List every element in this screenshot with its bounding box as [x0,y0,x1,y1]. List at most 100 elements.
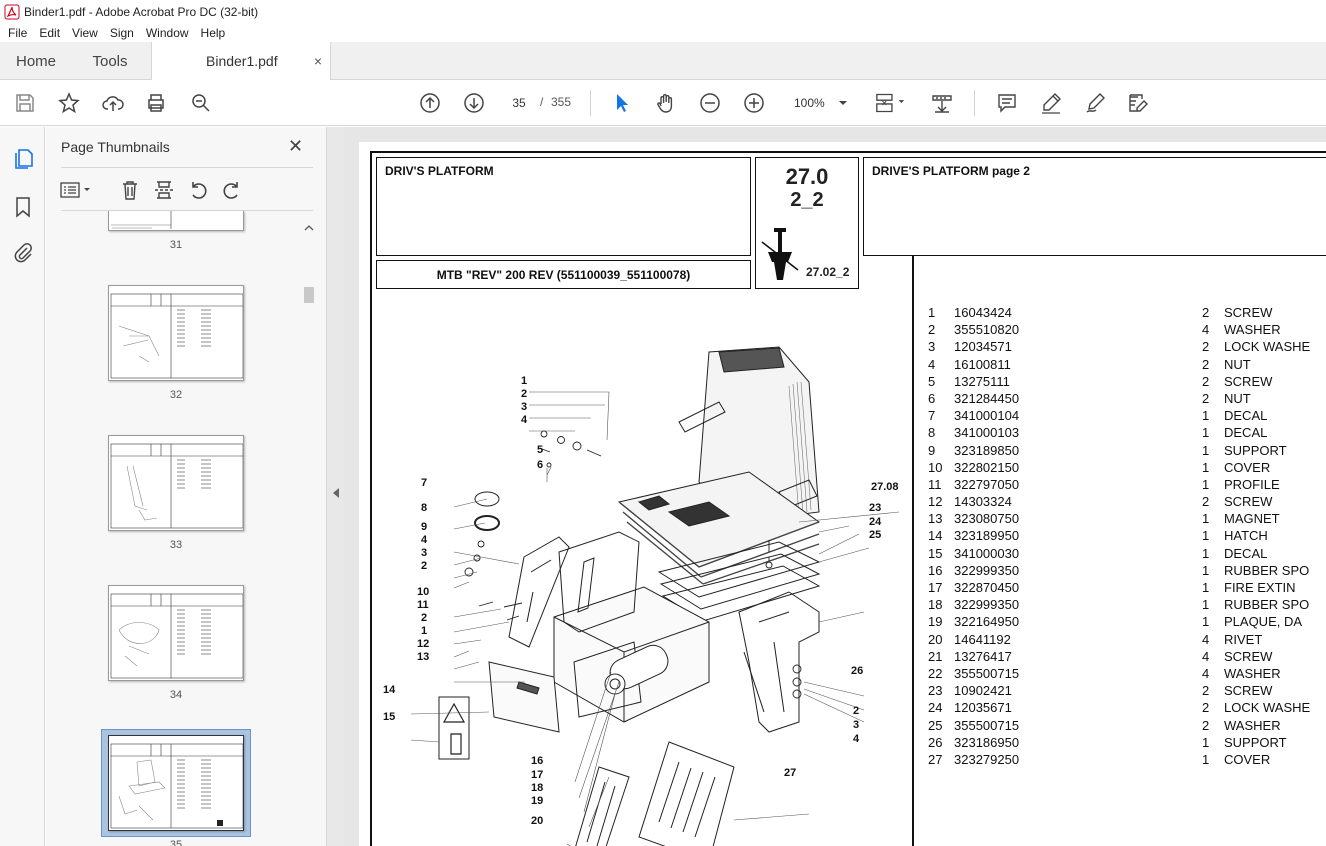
part-description: RUBBER SPO [1224,597,1310,613]
extract-page-icon[interactable] [151,177,177,203]
menu-file[interactable]: File [2,26,33,40]
part-code: 341000104 [954,408,1020,424]
page-thumbnail-label: 35 [169,839,183,846]
close-tab-icon[interactable]: × [314,53,322,69]
part-description: WASHER [1224,717,1281,733]
part-description: NUT [1224,356,1251,372]
part-number: 12 [928,494,943,510]
tab-document[interactable]: Binder1.pdf × [151,42,331,80]
panel-collapse-handle[interactable] [326,127,344,846]
comment-icon[interactable] [995,91,1019,115]
parts-row: 17 322870450 1 FIRE EXTIN [928,580,1326,597]
highlight-pen-icon[interactable] [1039,91,1063,115]
page-display-icon[interactable] [873,91,909,115]
menu-edit[interactable]: Edit [33,26,66,40]
page-thumbnail[interactable] [108,285,244,381]
pdf-page: DRIV'S PLATFORM MTB "REV" 200 REV (55110… [359,142,1326,846]
menu-window[interactable]: Window [140,26,195,40]
part-number: 2 [928,322,936,338]
part-code: 323189950 [954,528,1020,544]
page-thumbnail-label: 32 [169,389,183,401]
tab-tools[interactable]: Tools [72,42,148,80]
options-menu-icon[interactable] [58,177,94,203]
part-code: 12035671 [954,700,1012,716]
part-code: 322999350 [954,562,1020,578]
menu-sign[interactable]: Sign [104,26,140,40]
part-code: 323279250 [954,751,1020,767]
hand-tool-icon[interactable] [654,91,678,115]
close-panel-icon[interactable]: ✕ [288,136,303,157]
draw-sign-icon[interactable] [1083,91,1107,115]
callout-27: 27 [784,767,796,779]
acrobat-logo-icon [4,4,20,20]
scroll-mode-icon[interactable] [930,91,954,115]
rotate-left-icon[interactable] [185,177,211,203]
page-thumbnail[interactable] [108,585,244,681]
toolbar-divider [590,90,591,116]
part-number: 21 [928,648,943,664]
parts-row: 7 341000104 1 DECAL [928,408,1326,425]
part-quantity: 2 [1202,356,1210,372]
zoom-in-icon[interactable] [742,91,766,115]
print-icon[interactable] [144,91,168,115]
bookmark-star-icon[interactable] [57,91,81,115]
zoom-level-dropdown[interactable]: 100% [786,90,852,116]
callout-26: 26 [851,665,863,677]
chevron-up-icon[interactable] [302,223,316,233]
page-thumbnails-icon[interactable] [11,147,35,171]
parts-row: 13 323080750 1 MAGNET [928,511,1326,528]
callout-14: 14 [383,684,396,696]
scrollbar-thumb[interactable] [304,287,314,303]
window-title: Binder1.pdf - Adobe Acrobat Pro DC (32-b… [24,5,259,19]
parts-row: 14 323189950 1 HATCH [928,528,1326,545]
callout-6: 6 [537,459,543,471]
callout-3b: 3 [421,547,427,559]
part-number: 8 [928,425,936,441]
page-thumbnail-selected[interactable] [108,735,244,831]
part-description: DECAL [1224,545,1268,561]
upload-cloud-icon[interactable] [101,91,125,115]
left-nav-rail [0,127,45,846]
part-code: 323080750 [954,511,1020,527]
next-page-icon[interactable] [462,91,486,115]
rotate-right-icon[interactable] [219,177,245,203]
part-code: 321284450 [954,390,1020,406]
menu-help[interactable]: Help [195,26,232,40]
thumbnails-scrollbar[interactable] [302,221,316,846]
callout-10: 10 [417,586,429,598]
bookmark-icon[interactable] [11,195,35,219]
zoom-level-value: 100% [794,96,825,110]
previous-page-icon[interactable] [418,91,442,115]
tab-home[interactable]: Home [0,42,72,80]
menu-view[interactable]: View [66,26,104,40]
fill-sign-icon[interactable] [1126,91,1150,115]
callout-12: 12 [417,638,429,650]
callout-2: 2 [521,388,527,400]
attachment-icon[interactable] [11,240,35,264]
part-code: 16100811 [954,356,1011,372]
part-quantity: 4 [1202,648,1210,664]
right-header-box: DRIVE'S PLATFORM page 2 [863,157,1326,256]
delete-page-icon[interactable] [117,177,143,203]
page-thumbnail[interactable] [108,435,244,531]
zoom-search-icon[interactable] [189,91,213,115]
callout-4b: 4 [421,534,428,546]
collapse-left-icon[interactable] [332,487,340,499]
page-number-input[interactable]: 35 [502,90,536,116]
part-quantity: 2 [1202,305,1210,320]
section-ref: 27.02_2 [806,265,850,279]
part-number: 7 [928,408,936,424]
save-icon[interactable] [13,91,37,115]
zoom-out-icon[interactable] [698,91,722,115]
callout-9: 9 [421,521,427,533]
parts-row: 9 323189850 1 SUPPORT [928,443,1326,460]
part-code: 10902421 [954,683,1012,699]
callout-4: 4 [521,414,528,426]
part-description: COVER [1224,751,1271,767]
page-thumbnail[interactable] [108,211,244,231]
part-code: 13275111 [954,373,1010,389]
select-cursor-icon[interactable] [610,91,634,115]
part-description: RIVET [1224,631,1263,647]
panel-toolbar [46,173,326,207]
document-view[interactable]: DRIV'S PLATFORM MTB "REV" 200 REV (55110… [344,127,1326,846]
